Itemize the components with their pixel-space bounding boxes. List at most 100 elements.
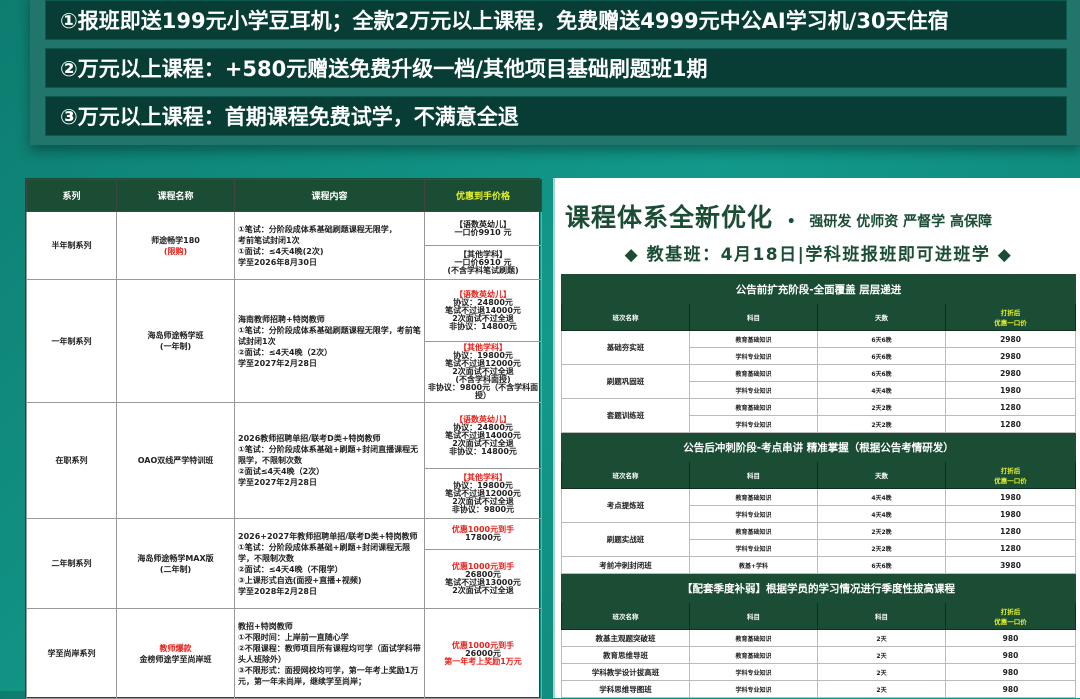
panel-title: 课程体系全新优化 • 强研发 优师资 严督学 高保障 [565,198,992,234]
price-line: 非协议：9800元（不含学科面授） [427,383,539,400]
course-content-cell: 教招+特岗教师 ①不限时间：上岸前一直随心学 ②不限课程：教师项目所有课程均可学（面… [234,608,425,699]
price-cell: 【其他学科】 一口价6910 元 (不含学科笔试刷题) [424,245,542,280]
content-line: 学至2027年2月28日 [238,478,317,487]
column-header: 班次名称 [561,461,690,489]
course-name-cell: 师途畅学180 (限购) [116,211,235,280]
price: 980 [944,663,1077,681]
duration: 4天4晚 [817,505,946,523]
course-content-cell: 海南教师招聘+特岗教师 ①笔试：分阶段成体系基础刷题课程无限学，考前笔试封闭1次 ②… [234,279,425,403]
tagline: 强研发 优师资 严督学 高保障 [809,214,993,230]
table-row: 学科教学设计拔高班 学科专业知识 2天 980 [561,663,1077,681]
section-title: 【配套季度补弱】根据学员的学习情况进行季度性拔高课程 [560,573,1077,603]
subject: 教育基础知识 [689,646,818,664]
price: 1980 [944,488,1077,506]
series-cell: 半年制系列 [26,211,117,280]
content-line: ①面试：≤4天4晚(2次) [238,246,324,256]
price-line: 2次面试不过全退 [452,586,514,595]
subject: 学科专业知识 [689,415,818,433]
column-header: 班次名称 [561,602,690,630]
class-name: 考前冲刺封闭班 [561,556,690,574]
limited-badge: (限购) [163,246,188,256]
content-line: ①笔试：分阶段成体系基础刷题课程无限学，考前笔试封闭1次 [238,325,421,346]
hot-badge: 教师爆款 [159,643,192,653]
table-row: 考点提炼班 教育基础知识 4天4晚 1980 [561,488,1077,523]
price-cell: 【语数英幼儿】 协议：24800元 笔试不过退14000元 2次面试不过全退 非协议：1… [424,402,542,469]
price: 1280 [944,415,1077,433]
course-name-cell: OAO双线严学特训班 [116,402,235,519]
content-line: ②面试：≤4天4晚（2次） [238,347,333,357]
duration: 6天6晚 [817,347,946,365]
title-text: 课程体系全新优化 [565,203,774,232]
column-header-row: 班次名称 科目 天数 打折后 优惠一口价 [561,303,1077,331]
duration: 6天6晚 [817,330,946,348]
table-row: 考前冲刺封闭班 教基+学科 6天6晚 3980 [561,556,1077,574]
course-price-table: 系列 课程名称 课程内容 优惠到手价格 半年制系列 师途畅学180 (限购) ①笔试：… [26,179,542,699]
table-row: 刷题实战班 教育基础知识 2天2晚 1280 [561,522,1077,557]
section-header-row: 【配套季度补弱】根据学员的学习情况进行季度性拔高课程 [560,573,1077,603]
subject: 学科专业知识 [689,381,818,399]
promo-item-1: ①报班即送199元小学豆耳机；全款2万元以上课程，免费赠送4999元中公AI学习… [45,0,1067,40]
column-header: 班次名称 [561,303,690,331]
column-header: 天数 [817,303,946,331]
table-row: 在职系列 OAO双线严学特训班 2026教师招聘单招/联考D类+特岗教师 ①笔试：分阶… [26,402,542,519]
section-title: 公告后冲刺阶段-考点串讲 精准掌握（根据公告考情研发） [560,432,1077,462]
course-name-line: 海岛师途畅学班 [147,331,204,340]
column-header: 打折后 优惠一口价 [944,461,1077,489]
price-cell: 【语数英幼儿】 一口价9910 元 [424,211,542,246]
column-header: 科目 [689,461,818,489]
content-line: ①笔试：分阶段成体系基础刷题课程无限学， [238,224,397,234]
content-line: 2026教师招聘单招/联考D类+特岗教师 [238,434,381,443]
duration: 4天4晚 [817,488,946,506]
price: 2980 [944,364,1077,382]
price-line: 非协议：14800元 [449,321,517,331]
content-line: ②不限课程：教师项目所有课程均可学（面试学科带头人班除外） [238,643,421,664]
content-line: 海南教师招聘+特岗教师 [238,314,325,324]
price: 2980 [944,330,1077,348]
duration: 2天 [817,646,946,664]
price-cell: 【其他学科】 协议：19800元 笔试不过退12000元 2次面试不过全退 非协议：98… [424,468,542,519]
price-cell: 优惠1000元到手 17800元 [424,518,542,550]
promo-panel: ①报班即送199元小学豆耳机；全款2万元以上课程，免费赠送4999元中公AI学习… [30,0,1080,145]
column-header: 科目 [689,602,818,630]
content-line: 教招+特岗教师 [238,621,293,631]
header-price: 优惠到手价格 [424,179,542,212]
class-name: 刷题实战班 [561,522,690,557]
duration: 2天2晚 [817,522,946,540]
header-series: 系列 [26,179,117,212]
class-name: 套题训练班 [561,398,690,433]
class-name: 学科教学设计拔高班 [561,663,690,681]
course-name-line: OAO双线严学特训班 [137,456,214,465]
class-name: 教育思维导班 [561,646,690,664]
duration: 6天6晚 [817,556,946,574]
table-row: 教育思维导班 教育基础知识 2天 980 [561,646,1077,664]
column-header-row: 班次名称 科目 天数 打折后 优惠一口价 [561,461,1077,489]
content-line: ①笔试：分阶段成体系基础+刷题+封闭直播课程无限学，不限制次数 [238,445,419,465]
column-header: 天数 [817,461,946,489]
section-header-row: 公告后冲刺阶段-考点串讲 精准掌握（根据公告考情研发） [560,432,1077,462]
content-line: 学至2027年2月28日 [238,358,317,368]
section-title: 公告前扩充阶段-全面覆盖 层层递进 [560,274,1077,304]
course-name-cell: 教师爆款 金榜师途学至尚岸班 [116,608,235,699]
series-cell: 一年制系列 [26,279,117,403]
table-row: 学科思维导图班 学科专业知识 2天 980 [561,680,1077,698]
class-name: 基础夯实班 [561,330,690,365]
content-line: ③上课形式自选(面授+直播+视频) [238,575,362,585]
price: 2980 [944,347,1077,365]
price-line: 第一年考上奖励1万元 [444,656,522,666]
table-row: 半年制系列 师途畅学180 (限购) ①笔试：分阶段成体系基础刷题课程无限学， 考前笔试… [26,211,542,280]
price: 3980 [944,556,1077,574]
course-content-cell: 2026+2027年教师招聘单招/联考D类+特岗教师 ①笔试：分阶段成体系基础+刷… [234,518,425,609]
column-header: 科目 [817,602,946,630]
subject: 学科专业知识 [689,539,818,557]
duration: 2天2晚 [817,398,946,416]
course-name-line: (二年制) [159,564,192,574]
price-line: 17800元 [465,533,501,542]
section-header-row: 公告前扩充阶段-全面覆盖 层层递进 [560,274,1077,304]
course-price-table-panel: 系列 课程名称 课程内容 优惠到手价格 半年制系列 师途畅学180 (限购) ①笔试：… [25,178,542,699]
duration: 2天2晚 [817,415,946,433]
subject: 教育基础知识 [689,629,818,647]
price-line: 非协议：14800元 [449,446,517,456]
course-name-line: 金榜师途学至尚岸班 [139,654,212,664]
class-name: 刷题巩固班 [561,364,690,399]
price: 1280 [944,539,1077,557]
